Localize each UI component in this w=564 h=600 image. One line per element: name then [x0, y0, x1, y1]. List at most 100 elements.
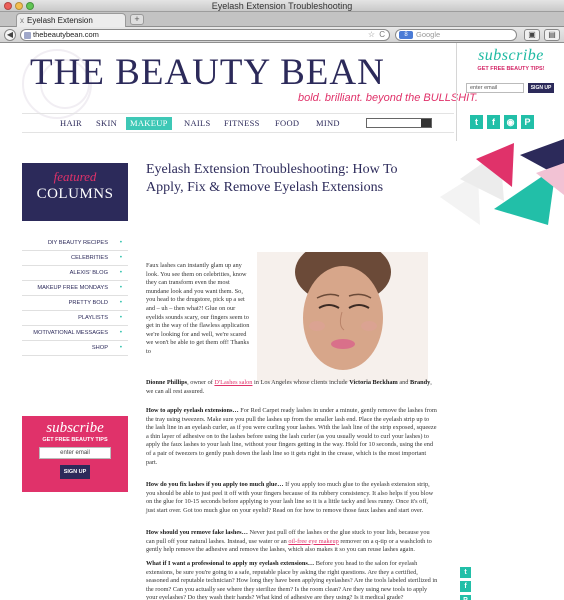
paragraph-remove: How should you remove fake lashes… Never…	[146, 529, 438, 555]
window-titlebar: Eyelash Extension Troubleshooting	[0, 0, 564, 12]
header-email-input[interactable]: enter email	[466, 83, 524, 93]
paragraph-fix: How do you fix lashes if you apply too m…	[146, 481, 438, 515]
header-subscribe-title: subscribe	[478, 47, 544, 64]
page-menu-icon[interactable]: ▤	[544, 29, 560, 41]
sidebar-item-motivational-messages[interactable]: MOTIVATIONAL MESSAGES •	[22, 326, 128, 341]
twitter-icon[interactable]: t	[460, 567, 471, 578]
tab-bar: x Eyelash Extension +	[0, 12, 564, 27]
sidebar-subscribe-tips: GET FREE BEAUTY TIPS	[42, 437, 108, 443]
browser-tab-eyelash-extension[interactable]: x Eyelash Extension	[16, 13, 126, 27]
site-search-button[interactable]	[421, 119, 431, 127]
article-photo	[257, 252, 428, 382]
sidebar-item-label: CELEBRITIES	[71, 255, 108, 261]
bullet-icon: •	[119, 270, 122, 276]
sidebar-signup-button[interactable]: SIGN UP	[60, 465, 90, 479]
browser-toolbar: ◀ thebeautybean.com ☆ C 8 Google ▣ ▤	[0, 27, 564, 43]
sidebar-item-label: MAKEUP FREE MONDAYS	[37, 285, 108, 291]
nav-item-mind[interactable]: MIND	[312, 117, 344, 130]
pinterest-icon[interactable]: P	[521, 115, 534, 129]
sidebar-item-makeup-free-mondays[interactable]: MAKEUP FREE MONDAYS •	[22, 281, 128, 296]
reload-icon[interactable]: C	[379, 30, 385, 40]
sidebar-item-celebrities[interactable]: CELEBRITIES •	[22, 251, 128, 266]
twitter-icon[interactable]: t	[470, 115, 483, 129]
header-signup-button[interactable]: SIGN UP	[528, 83, 554, 93]
sidebar-item-label: SHOP	[91, 345, 108, 351]
nav-item-food[interactable]: FOOD	[271, 117, 303, 130]
main-navigation: HAIR SKIN MAKEUP NAILS FITNESS FOOD MIND	[22, 113, 454, 133]
article-intro-continued: Dionne Phillips, owner of D'Lashes salon…	[146, 379, 434, 396]
new-tab-button[interactable]: +	[130, 14, 144, 25]
nav-item-makeup[interactable]: MAKEUP	[126, 117, 172, 130]
sidebar-item-label: PLAYLISTS	[78, 315, 108, 321]
paragraph-fix-heading: How do you fix lashes if you apply too m…	[146, 481, 284, 488]
article-title: Eyelash Extension Troubleshooting: How T…	[146, 162, 398, 195]
photo-left-cheek	[309, 321, 325, 331]
sidebar-item-alexis-blog[interactable]: ALEXIS' BLOG •	[22, 266, 128, 281]
browser-search-placeholder: Google	[416, 30, 441, 39]
article-intro: Faux lashes can instantly glam up any lo…	[146, 262, 252, 357]
sidebar-item-label: PRETTY BOLD	[68, 300, 108, 306]
columns-label: COLUMNS	[36, 186, 114, 202]
bullet-icon: •	[119, 330, 122, 336]
paragraph-professional-heading: What if I want a professional to apply m…	[146, 560, 315, 567]
site-tagline: bold. brilliant. beyond the BULLSHIT.	[298, 92, 478, 104]
sidebar-subscribe: subscribe GET FREE BEAUTY TIPS enter ema…	[22, 416, 128, 492]
facebook-icon[interactable]: f	[487, 115, 500, 129]
google-search-engine-icon[interactable]: 8	[399, 31, 413, 39]
sidebar-item-playlists[interactable]: PLAYLISTS •	[22, 311, 128, 326]
oil-free-eye-makeup-link[interactable]: oil-free eye makeup	[288, 538, 338, 545]
intro-text: Faux lashes can instantly glam up any lo…	[146, 262, 250, 355]
header-subscribe: subscribe GET FREE BEAUTY TIPS! enter em…	[458, 47, 564, 103]
sidebar-item-shop[interactable]: SHOP •	[22, 341, 128, 356]
photo-lips	[331, 339, 355, 349]
bullet-icon: •	[119, 345, 122, 351]
paragraph-apply: How to apply eyelash extensions… For Red…	[146, 407, 438, 467]
sidebar-subscribe-title: subscribe	[46, 420, 104, 436]
nav-item-nails[interactable]: NAILS	[180, 117, 215, 130]
header-divider	[456, 43, 457, 141]
nav-item-skin[interactable]: SKIN	[92, 117, 121, 130]
rss-icon[interactable]: ◉	[504, 115, 517, 129]
dlashes-salon-link[interactable]: D'Lashes salon	[214, 379, 252, 386]
favicon-icon	[24, 32, 31, 39]
sidebar-item-label: DIY BEAUTY RECIPES	[47, 240, 108, 246]
intro-name: Dionne Phillips	[146, 379, 188, 386]
web-page: THE BEAUTY BEAN bold. brilliant. beyond …	[0, 43, 564, 600]
paragraph-apply-heading: How to apply eyelash extensions…	[146, 407, 239, 414]
header-social-icons: t f ◉ P	[470, 115, 534, 129]
bullet-icon: •	[119, 285, 122, 291]
featured-label: featured	[53, 169, 97, 184]
intro-celebrity-2: Brandy	[410, 379, 431, 386]
facebook-icon[interactable]: f	[460, 581, 471, 592]
paragraph-apply-body: For Red Carpet ready lashes in under a m…	[146, 407, 437, 466]
bullet-icon: •	[119, 240, 122, 246]
sidebar-email-input[interactable]: enter email	[39, 447, 111, 459]
browser-search-input[interactable]: 8 Google	[395, 29, 517, 41]
site-logo[interactable]: THE BEAUTY BEAN	[30, 51, 385, 94]
sidebar-item-diy-beauty-recipes[interactable]: DIY BEAUTY RECIPES •	[22, 236, 128, 251]
address-bar[interactable]: thebeautybean.com ☆ C	[20, 29, 390, 41]
sidebar-item-pretty-bold[interactable]: PRETTY BOLD •	[22, 296, 128, 311]
window-title: Eyelash Extension Troubleshooting	[211, 1, 353, 11]
photo-face	[303, 266, 383, 370]
url-text: thebeautybean.com	[33, 30, 99, 39]
featured-columns-list: DIY BEAUTY RECIPES • CELEBRITIES • ALEXIS'…	[22, 236, 128, 356]
bullet-icon: •	[119, 300, 122, 306]
intro-and-text: and	[397, 379, 410, 386]
sidebar-item-label: MOTIVATIONAL MESSAGES	[33, 330, 108, 336]
tab-close-icon[interactable]: x	[20, 14, 24, 27]
back-button[interactable]: ◀	[4, 29, 16, 41]
pinterest-icon[interactable]: P	[460, 595, 471, 600]
bookmarks-icon[interactable]: ▣	[524, 29, 540, 41]
nav-item-hair[interactable]: HAIR	[56, 117, 86, 130]
nav-item-fitness[interactable]: FITNESS	[220, 117, 264, 130]
intro-location-text: in Los Angeles whose clients include	[252, 379, 350, 386]
bullet-icon: •	[119, 315, 122, 321]
tab-label: Eyelash Extension	[27, 16, 93, 25]
paragraph-professional: What if I want a professional to apply m…	[146, 560, 438, 600]
sidebar-item-label: ALEXIS' BLOG	[69, 270, 108, 276]
share-social-icons: t f P ✉	[460, 567, 471, 600]
featured-columns-banner: featured COLUMNS	[22, 163, 128, 221]
photo-right-cheek	[361, 321, 377, 331]
bookmark-star-icon[interactable]: ☆	[368, 30, 375, 40]
